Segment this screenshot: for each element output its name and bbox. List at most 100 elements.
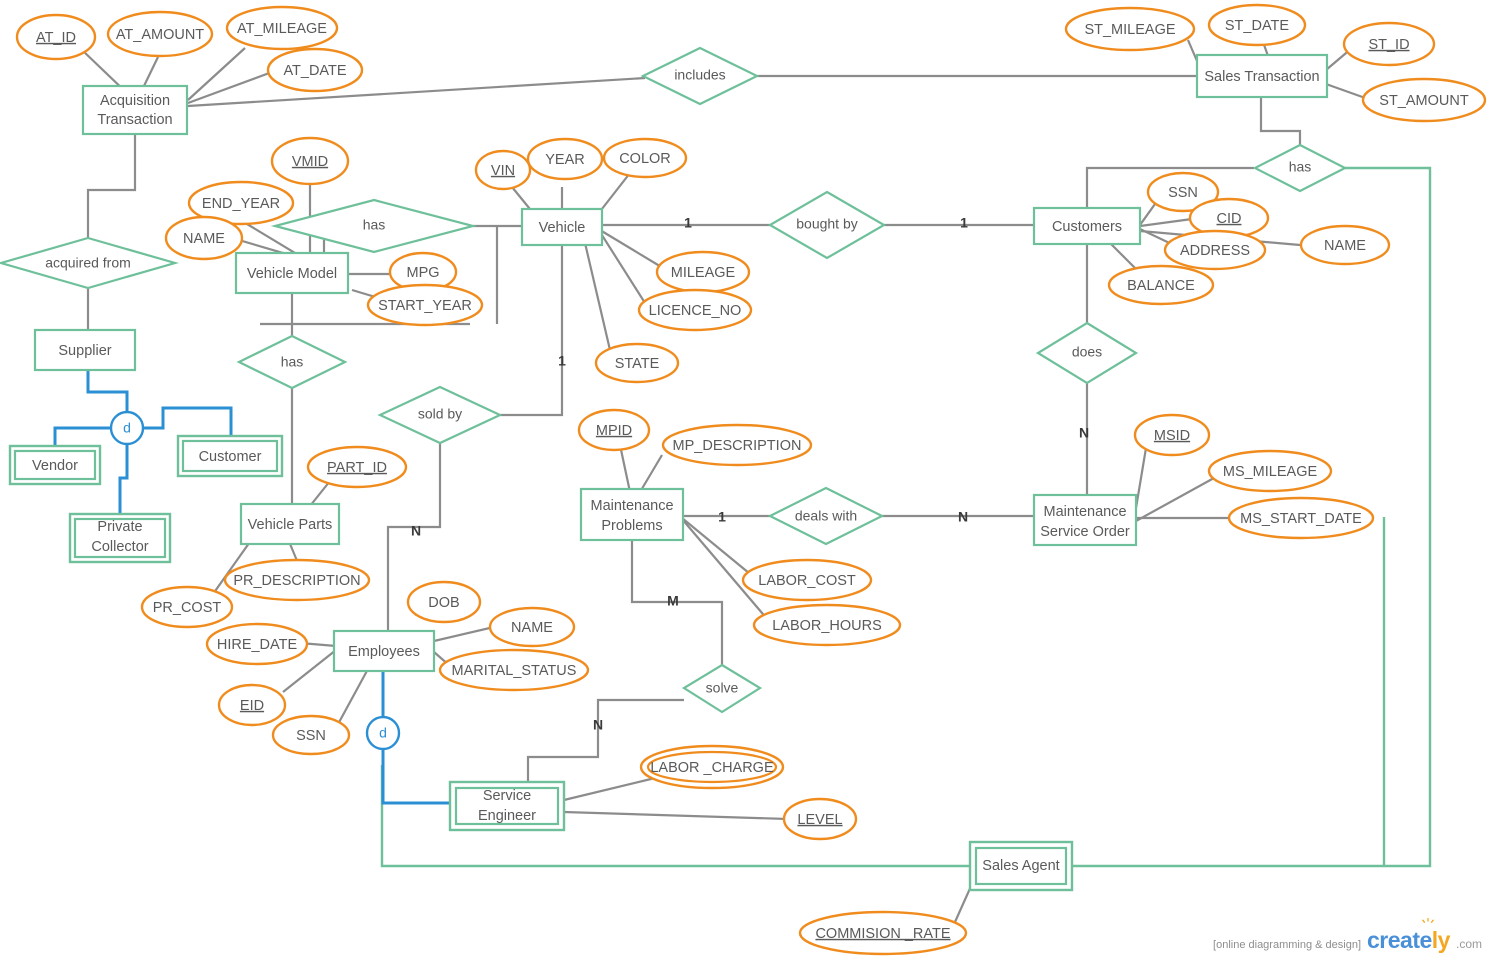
edge-at-amount [142,56,159,89]
relationship-acquired-from[interactable]: acquired from [0,236,179,290]
attribute-mp-description[interactable]: MP_DESCRIPTION [661,423,813,467]
cardinality-mp-dealswith: 1 [718,509,726,525]
attribute-eid[interactable]: EID [217,683,287,727]
entity-vehicle-parts[interactable]: Vehicle Parts [239,502,341,546]
attribute-commision-rate[interactable]: COMMISION _RATE [798,910,968,956]
entity-customer[interactable]: Customer [176,434,284,478]
edge-vehicle-soldby [500,243,564,417]
attribute-label-at-amount: AT_AMOUNT [116,27,204,43]
entity-label-customer: Customer [199,449,262,465]
attribute-level[interactable]: LEVEL [782,797,858,841]
attribute-at-date[interactable]: AT_DATE [266,47,364,93]
relationship-has-model-parts[interactable]: has [236,334,348,390]
entity-vehicle-model[interactable]: Vehicle Model [234,251,350,295]
relationship-solve[interactable]: solve [681,663,763,714]
attribute-at-mileage[interactable]: AT_MILEAGE [225,5,339,51]
entity-maintenance-problems[interactable]: Maintenance Problems [579,487,685,542]
attribute-hire-date[interactable]: HIRE_DATE [205,622,309,666]
edge-labor-cost [681,517,756,579]
attribute-at-amount[interactable]: AT_AMOUNT [106,10,214,58]
attribute-st-amount[interactable]: ST_AMOUNT [1361,77,1487,123]
er-diagram-canvas: Acquisition Transaction Sales Transactio… [0,0,1490,960]
relationship-includes[interactable]: includes [640,46,760,106]
attribute-ssn-employees[interactable]: SSN [271,714,351,756]
attribute-name-vehicle-model[interactable]: NAME [164,215,244,261]
attribute-label-labor-hours: LABOR_HOURS [772,618,882,634]
attribute-part-id[interactable]: PART_ID [306,445,408,489]
attribute-label-st-date: ST_DATE [1225,18,1290,34]
attribute-label-hire-date: HIRE_DATE [217,637,298,653]
cardinality-soldby-employees: N [411,523,421,539]
watermark-brand: creately [1367,918,1450,954]
attribute-st-id[interactable]: ST_ID [1342,21,1436,67]
relationship-sold-by[interactable]: sold by [377,385,503,445]
relationship-bought-by[interactable]: bought by [767,190,887,260]
entity-sales-agent[interactable]: Sales Agent [968,840,1074,892]
cardinality-vehicle-soldby: 1 [558,353,566,369]
attribute-year[interactable]: YEAR [526,137,604,181]
attribute-name-employees[interactable]: NAME [488,606,576,648]
attribute-label-name-cust: NAME [1324,238,1366,254]
specialization-circle-employees[interactable]: d [365,715,401,751]
attribute-marital-status[interactable]: MARITAL_STATUS [438,648,590,692]
relationship-deals-with[interactable]: deals with [767,486,885,546]
attribute-state[interactable]: STATE [594,342,680,384]
attribute-label-at-id: AT_ID [36,30,76,46]
relationship-has-sales-customers[interactable]: has [1252,143,1348,193]
attribute-name-customers[interactable]: NAME [1299,224,1391,266]
attribute-pr-description[interactable]: PR_DESCRIPTION [223,558,371,602]
edge-supplier-d [86,370,129,413]
attribute-mileage[interactable]: MILEAGE [655,250,751,294]
attribute-labor-hours[interactable]: LABOR_HOURS [752,603,902,647]
attribute-label-vmid: VMID [292,154,328,170]
edge-acq-includes [187,76,646,108]
attribute-ms-start-date[interactable]: MS_START_DATE [1227,496,1375,540]
entity-acquisition-transaction[interactable]: Acquisition Transaction [81,84,189,136]
edge-ms-mileage [1135,477,1215,522]
entity-label-mso-line2: Service Order [1040,524,1130,540]
entity-maintenance-service-order[interactable]: Maintenance Service Order [1032,493,1138,547]
entity-private-collector[interactable]: Private Collector [68,512,172,564]
attribute-color[interactable]: COLOR [602,137,688,179]
cardinality-dealswith-mso: N [958,509,968,525]
relationship-label-bought-by: bought by [796,216,858,232]
relationship-does[interactable]: does [1035,321,1139,385]
entity-vendor[interactable]: Vendor [8,444,102,486]
entity-vehicle[interactable]: Vehicle [520,207,604,247]
attribute-dob[interactable]: DOB [406,580,482,624]
attribute-ms-mileage[interactable]: MS_MILEAGE [1207,449,1333,493]
attribute-st-date[interactable]: ST_DATE [1207,3,1307,47]
edge-d-serviceengineer [381,748,450,805]
entity-service-engineer[interactable]: Service Engineer [448,780,566,832]
attribute-label-address: ADDRESS [1180,243,1250,259]
attribute-at-id[interactable]: AT_ID [15,13,97,61]
attribute-vin[interactable]: VIN [474,149,532,191]
attribute-st-mileage[interactable]: ST_MILEAGE [1064,6,1196,52]
entity-employees[interactable]: Employees [332,629,436,673]
attribute-labor-charge[interactable]: LABOR _CHARGE [639,744,785,790]
attribute-label-mp-description: MP_DESCRIPTION [673,438,802,454]
attribute-vmid[interactable]: VMID [270,136,350,186]
attribute-balance[interactable]: BALANCE [1107,264,1215,306]
entity-supplier[interactable]: Supplier [33,328,137,372]
attribute-pr-cost[interactable]: PR_COST [140,585,234,629]
entity-customers[interactable]: Customers [1032,206,1142,246]
cardinality-solve-se: N [593,717,603,733]
attribute-label-ms-mileage: MS_MILEAGE [1223,464,1318,480]
entity-sales-transaction[interactable]: Sales Transaction [1195,53,1329,99]
entity-label-customers: Customers [1052,219,1122,235]
specialization-circle-supplier[interactable]: d [109,410,145,446]
entity-label-service-engineer-line2: Engineer [478,808,536,824]
attribute-msid[interactable]: MSID [1133,413,1211,457]
relationship-label-has-model-vehicle: has [363,217,386,233]
attribute-labor-cost[interactable]: LABOR_COST [741,558,873,602]
relationship-has-model-vehicle[interactable]: has [270,198,478,254]
attribute-mpid[interactable]: MPID [577,408,651,452]
attribute-licence-no[interactable]: LICENCE_NO [637,288,753,332]
attribute-address[interactable]: ADDRESS [1163,229,1267,271]
specialization-symbol-employees: d [379,725,387,741]
attribute-label-eid: EID [240,698,264,714]
attribute-start-year[interactable]: START_YEAR [366,283,484,327]
attribute-label-pr-description: PR_DESCRIPTION [233,573,360,589]
attribute-label-dob: DOB [428,595,459,611]
